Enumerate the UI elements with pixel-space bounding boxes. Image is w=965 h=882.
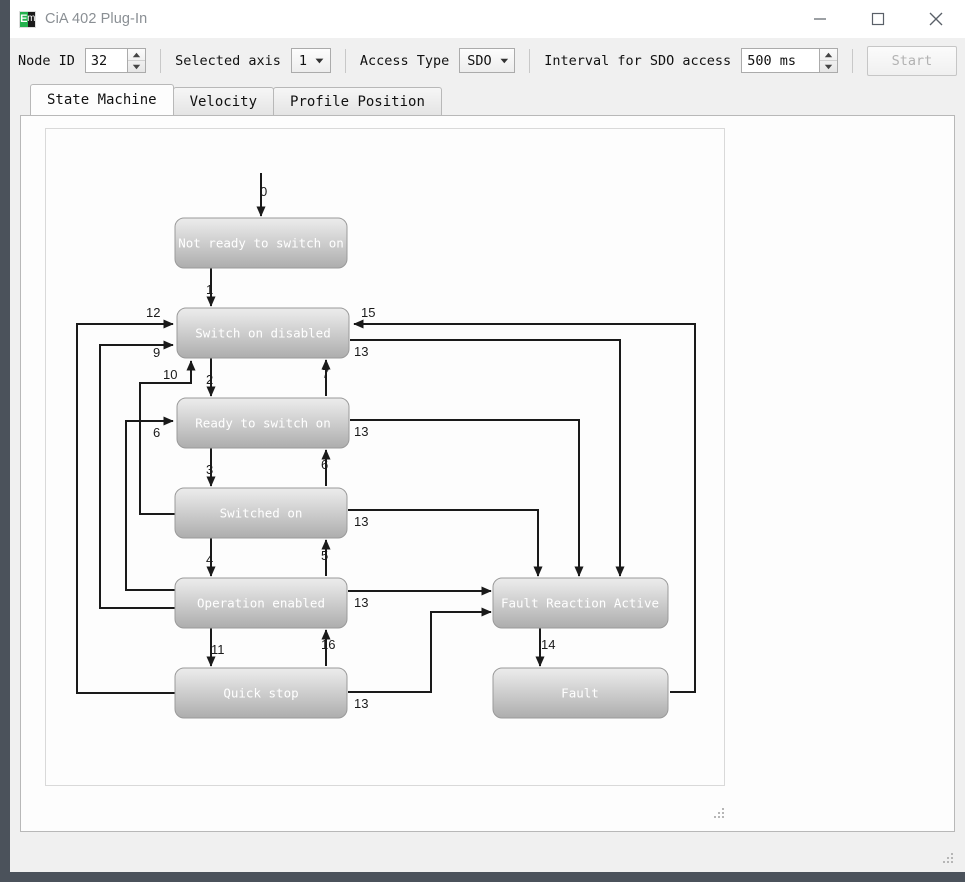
state-node-operation-enabled[interactable]: Operation enabled bbox=[174, 577, 348, 629]
edge-label: 4 bbox=[206, 552, 213, 567]
state-node-fault[interactable]: Fault bbox=[492, 667, 669, 719]
edge-13-from-ready bbox=[350, 419, 584, 577]
selected-axis-label: Selected axis bbox=[175, 52, 281, 69]
state-node-not-ready-to-switch-on[interactable]: Not ready to switch on bbox=[174, 217, 348, 269]
selected-axis-value: 1 bbox=[298, 52, 307, 69]
minimize-icon bbox=[814, 18, 826, 20]
edge-label: 13 bbox=[354, 424, 368, 439]
edge-label: 1 bbox=[206, 282, 213, 297]
toolbar-separator-1 bbox=[160, 48, 162, 73]
window-resize-grip[interactable] bbox=[942, 853, 955, 866]
close-icon bbox=[929, 12, 943, 26]
start-button[interactable]: Start bbox=[867, 45, 957, 76]
node-id-spinner[interactable]: 32 bbox=[84, 48, 147, 73]
diagram-nodes: Not ready to switch on Switch on disable… bbox=[174, 217, 669, 719]
app-icon: E m bbox=[19, 10, 36, 28]
interval-spinner[interactable]: 500 ms bbox=[741, 48, 838, 73]
access-type-combo[interactable]: SDO bbox=[459, 48, 516, 73]
caret-up-icon bbox=[132, 52, 141, 57]
tab-profile-position[interactable]: Profile Position bbox=[273, 87, 442, 115]
edge-6-left bbox=[125, 416, 176, 591]
close-button[interactable] bbox=[907, 0, 965, 38]
edge-label: 14 bbox=[541, 637, 555, 652]
edge-label: 6 bbox=[321, 457, 328, 472]
state-label: Fault Reaction Active bbox=[501, 596, 659, 611]
edge-label: 3 bbox=[206, 462, 213, 477]
state-node-switch-on-disabled[interactable]: Switch on disabled bbox=[176, 307, 350, 359]
state-label: Operation enabled bbox=[197, 596, 325, 611]
edge-label: 16 bbox=[321, 637, 335, 652]
node-id-label: Node ID bbox=[18, 52, 75, 69]
interval-step-down[interactable] bbox=[820, 61, 837, 72]
state-node-switched-on[interactable]: Switched on bbox=[174, 487, 348, 539]
edge-15 bbox=[353, 319, 696, 693]
edge-label: 13 bbox=[354, 344, 368, 359]
chevron-down-icon bbox=[500, 58, 508, 63]
edge-label: 13 bbox=[354, 514, 368, 529]
edge-label: 12 bbox=[146, 305, 160, 320]
state-label: Switched on bbox=[220, 506, 303, 521]
toolbar-separator-3 bbox=[529, 48, 531, 73]
node-id-stepper[interactable] bbox=[127, 49, 146, 72]
state-node-ready-to-switch-on[interactable]: Ready to switch on bbox=[176, 397, 350, 449]
state-node-quick-stop[interactable]: Quick stop bbox=[174, 667, 348, 719]
window-controls bbox=[791, 0, 965, 38]
state-machine-diagram-frame: Not ready to switch on Switch on disable… bbox=[45, 128, 725, 786]
toolbar-separator-2 bbox=[344, 48, 346, 73]
caret-down-icon bbox=[824, 64, 833, 69]
state-label: Fault bbox=[561, 686, 599, 701]
interval-stepper[interactable] bbox=[819, 49, 837, 72]
edge-label: 6 bbox=[153, 425, 160, 440]
title-bar: E m CiA 402 Plug-In bbox=[10, 0, 965, 38]
tab-velocity[interactable]: Velocity bbox=[172, 87, 275, 115]
edge-label: 9 bbox=[153, 345, 160, 360]
edge-label: 7 bbox=[322, 366, 329, 381]
state-label: Switch on disabled bbox=[195, 326, 330, 341]
state-label: Quick stop bbox=[223, 686, 298, 701]
tab-state-machine[interactable]: State Machine bbox=[30, 84, 174, 115]
edge-label: 11 bbox=[211, 642, 225, 657]
status-bar bbox=[10, 832, 965, 872]
edge-label: 2 bbox=[206, 372, 213, 387]
tab-bar: State Machine Velocity Profile Position bbox=[30, 84, 965, 115]
edge-9 bbox=[99, 340, 176, 609]
interval-step-up[interactable] bbox=[820, 49, 837, 61]
state-label: Not ready to switch on bbox=[178, 236, 344, 251]
toolbar-separator-4 bbox=[852, 48, 853, 73]
state-node-fault-reaction-active[interactable]: Fault Reaction Active bbox=[492, 577, 669, 629]
caret-down-icon bbox=[132, 64, 141, 69]
edge-label: 13 bbox=[354, 595, 368, 610]
edge-label: 5 bbox=[321, 548, 328, 563]
edge-label: 13 bbox=[354, 696, 368, 711]
tab-panel-state-machine: Not ready to switch on Switch on disable… bbox=[20, 115, 955, 832]
interval-label: Interval for SDO access bbox=[544, 52, 732, 69]
node-id-step-down[interactable] bbox=[128, 61, 145, 72]
maximize-icon bbox=[871, 12, 885, 26]
chevron-down-icon bbox=[315, 58, 324, 63]
minimize-button[interactable] bbox=[791, 0, 849, 38]
state-machine-diagram: Not ready to switch on Switch on disable… bbox=[76, 173, 696, 719]
interval-input[interactable]: 500 ms bbox=[742, 49, 819, 72]
edge-13-from-quick-stop bbox=[348, 607, 492, 693]
toolbar: Node ID 32 Selected axis 1 Access Type S… bbox=[10, 38, 965, 84]
caret-up-icon bbox=[824, 52, 833, 57]
access-type-value: SDO bbox=[467, 52, 492, 69]
selected-axis-combo[interactable]: 1 bbox=[290, 48, 331, 73]
application-window: E m CiA 402 Plug-In Node ID 32 Selected … bbox=[10, 0, 965, 872]
app-icon-letter-m: m bbox=[27, 11, 35, 27]
node-id-step-up[interactable] bbox=[128, 49, 146, 61]
edge-label: 10 bbox=[163, 367, 177, 382]
edge-label: 15 bbox=[361, 305, 375, 320]
access-type-label: Access Type bbox=[359, 52, 450, 69]
edge-label: 0 bbox=[260, 184, 267, 199]
desktop-background: E m CiA 402 Plug-In Node ID 32 Selected … bbox=[0, 0, 965, 882]
panel-resize-grip[interactable] bbox=[713, 808, 726, 821]
state-label: Ready to switch on bbox=[195, 416, 330, 431]
maximize-button[interactable] bbox=[849, 0, 907, 38]
window-title: CiA 402 Plug-In bbox=[45, 11, 148, 27]
edge-13-from-switched-on bbox=[348, 509, 543, 577]
node-id-input[interactable]: 32 bbox=[86, 49, 127, 72]
